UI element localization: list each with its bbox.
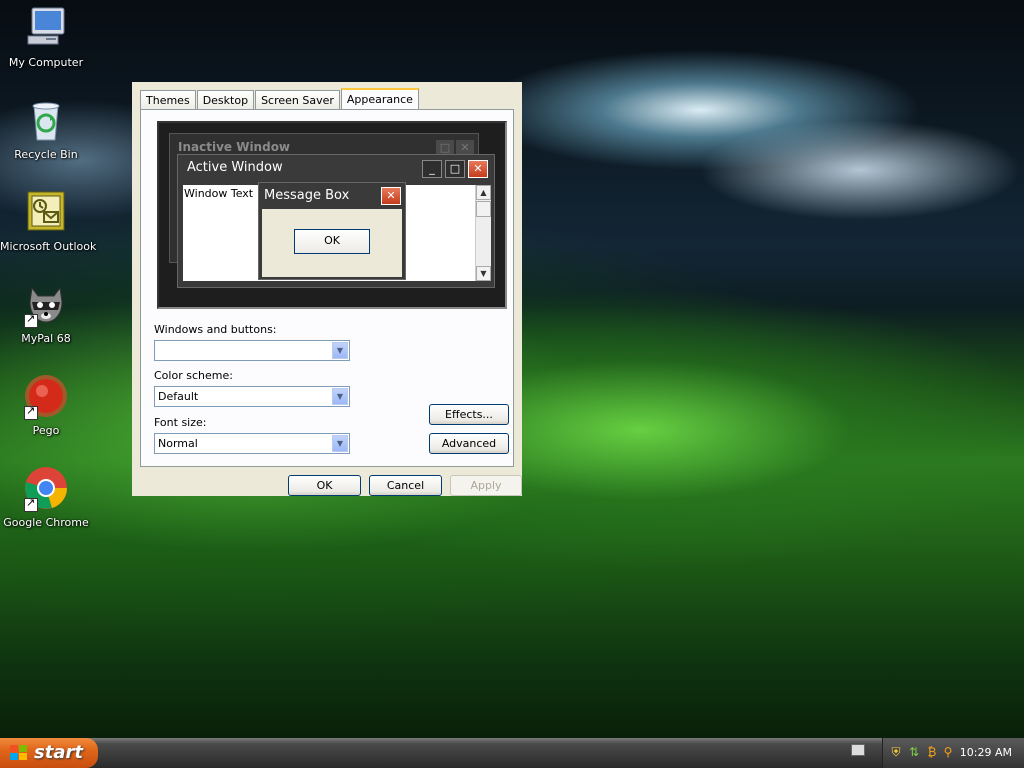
- windows-logo-icon: [10, 745, 28, 761]
- mypal-icon: [22, 280, 70, 328]
- color-scheme-select[interactable]: Default ▼: [154, 386, 350, 407]
- desktop-icon-recycle-bin[interactable]: Recycle Bin: [0, 96, 92, 161]
- font-size-label: Font size:: [154, 416, 207, 429]
- start-button[interactable]: start: [0, 738, 98, 768]
- chevron-down-icon[interactable]: ▼: [332, 342, 348, 359]
- my-computer-icon: [22, 4, 70, 52]
- shield-icon[interactable]: ⛨: [889, 745, 903, 759]
- tab-appearance[interactable]: Appearance: [340, 88, 419, 110]
- minimize-icon: _: [422, 160, 442, 178]
- taskbar: start ⛨ ⇅ ₿ ⚲ 10:29 AM: [0, 738, 1024, 768]
- chrome-icon: [22, 464, 70, 512]
- apply-button[interactable]: Apply: [450, 475, 522, 496]
- recycle-bin-icon: [22, 96, 70, 144]
- desktop-icon-mypal[interactable]: MyPal 68: [0, 280, 92, 345]
- windows-buttons-label: Windows and buttons:: [154, 323, 277, 336]
- message-box-ok-button: OK: [294, 229, 370, 254]
- tab-themes[interactable]: Themes: [140, 90, 196, 110]
- message-box-preview: Message Box ✕ OK: [258, 182, 406, 280]
- scroll-down-icon: ▼: [476, 266, 491, 281]
- effects-button[interactable]: Effects...: [429, 404, 509, 425]
- windows-buttons-select[interactable]: ▼: [154, 340, 350, 361]
- active-window-preview: Active Window _ □ ✕ Window Text ▲ ▼ Mess…: [177, 154, 495, 288]
- network-icon[interactable]: ⇅: [907, 745, 921, 759]
- maximize-icon: □: [445, 160, 465, 178]
- desktop-icon-pego[interactable]: Pego: [0, 372, 92, 437]
- color-scheme-label: Color scheme:: [154, 369, 233, 382]
- keyboard-icon[interactable]: [851, 744, 865, 756]
- display-properties-dialog: Themes Desktop Screen Saver Appearance I…: [132, 82, 522, 496]
- shortcut-arrow-icon: [24, 312, 38, 328]
- desktop-icon-outlook[interactable]: Microsoft Outlook: [0, 188, 96, 253]
- color-scheme-value: Default: [158, 390, 199, 403]
- search-icon[interactable]: ⚲: [941, 745, 955, 759]
- advanced-button[interactable]: Advanced: [429, 433, 509, 454]
- tab-desktop[interactable]: Desktop: [196, 90, 255, 110]
- font-size-select[interactable]: Normal ▼: [154, 433, 350, 454]
- clock[interactable]: 10:29 AM: [960, 746, 1012, 759]
- preview-scrollbar: ▲ ▼: [475, 185, 491, 281]
- font-size-value: Normal: [158, 437, 198, 450]
- outlook-icon: [22, 188, 70, 236]
- chevron-down-icon[interactable]: ▼: [332, 435, 348, 452]
- start-label: start: [34, 742, 83, 763]
- tab-bar: Themes Desktop Screen Saver Appearance: [140, 88, 420, 110]
- tab-screen-saver[interactable]: Screen Saver: [255, 90, 340, 110]
- cancel-button[interactable]: Cancel: [369, 475, 442, 496]
- desktop-icon-chrome[interactable]: Google Chrome: [0, 464, 92, 529]
- shortcut-arrow-icon: [24, 496, 38, 512]
- message-box-close-icon: ✕: [381, 187, 401, 205]
- close-icon: ✕: [468, 160, 488, 178]
- desktop-icon-my-computer[interactable]: My Computer: [0, 4, 92, 69]
- scroll-thumb: [476, 201, 491, 217]
- appearance-preview[interactable]: Inactive Window □ ✕ Active Window _ □ ✕ …: [157, 121, 507, 309]
- system-tray: ⛨ ⇅ ₿ ⚲ 10:29 AM: [882, 738, 1024, 768]
- scroll-up-icon: ▲: [476, 185, 491, 200]
- bitcoin-icon[interactable]: ₿: [925, 745, 939, 759]
- ok-button[interactable]: OK: [288, 475, 361, 496]
- appearance-panel: Inactive Window □ ✕ Active Window _ □ ✕ …: [140, 109, 514, 467]
- window-text: Window Text: [184, 187, 254, 200]
- chevron-down-icon[interactable]: ▼: [332, 388, 348, 405]
- message-box-body: OK: [262, 209, 402, 277]
- pego-icon: [22, 372, 70, 420]
- shortcut-arrow-icon: [24, 404, 38, 420]
